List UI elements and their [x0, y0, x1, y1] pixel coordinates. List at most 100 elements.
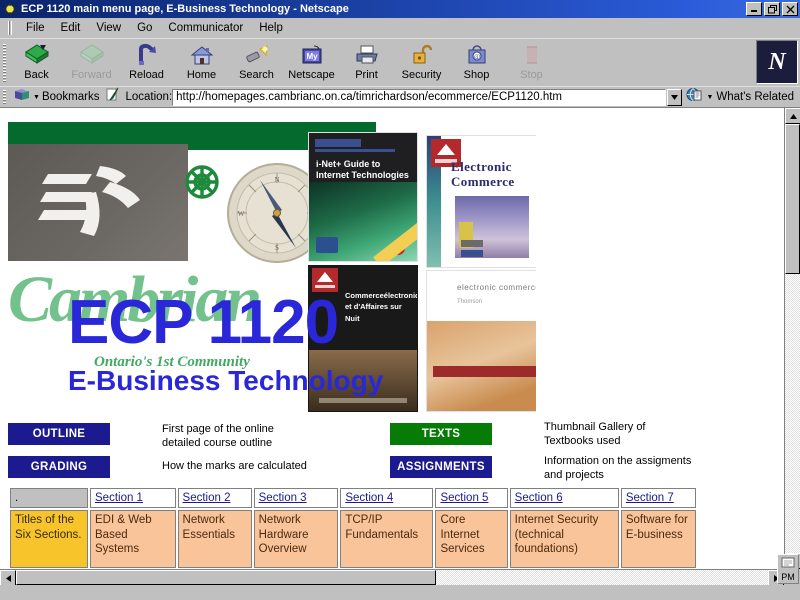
- menu-file[interactable]: File: [18, 20, 53, 36]
- table-header-section-7[interactable]: Section 7: [620, 488, 696, 509]
- home-button[interactable]: Home: [174, 39, 229, 85]
- printer-icon: [354, 42, 380, 68]
- globe-page-icon: [686, 87, 703, 107]
- url-input[interactable]: [172, 88, 667, 106]
- restore-button[interactable]: [764, 2, 780, 16]
- bookmarks-label: Bookmarks: [41, 91, 100, 103]
- location-label: Location:: [125, 91, 173, 103]
- texts-description-line2: Textbooks used: [544, 434, 621, 447]
- vertical-scroll-thumb[interactable]: [785, 124, 800, 274]
- banner-watermark-subtitle: Ontario's 1st Community: [94, 354, 250, 370]
- page-quill-icon: [105, 87, 121, 107]
- minimize-button[interactable]: [746, 2, 762, 16]
- sections-table: . Section 1 Section 2 Section 3 Section …: [8, 486, 698, 569]
- menu-help[interactable]: Help: [251, 20, 291, 36]
- section-5-link[interactable]: Section 5: [440, 492, 488, 504]
- assignments-description-line2: and projects: [544, 468, 604, 481]
- menu-communicator[interactable]: Communicator: [160, 20, 251, 36]
- my-netscape-icon: My: [300, 42, 324, 68]
- texts-description: Thumbnail Gallery of Textbooks used: [544, 421, 646, 449]
- back-button[interactable]: Back: [9, 39, 64, 85]
- svg-text:My: My: [306, 52, 318, 61]
- table-header-section-4[interactable]: Section 4: [340, 488, 434, 509]
- browser-content-area: N S E W Cambrian Ontario's 1st Community…: [0, 107, 800, 585]
- section-2-link[interactable]: Section 2: [183, 492, 231, 504]
- locationbar-grip[interactable]: [0, 88, 9, 107]
- reload-button[interactable]: Reload: [119, 39, 174, 85]
- web-page: N S E W Cambrian Ontario's 1st Community…: [0, 108, 784, 569]
- banner-watermark-script: Cambrian: [8, 272, 262, 336]
- menu-view[interactable]: View: [88, 20, 129, 36]
- clock-icon: [781, 557, 795, 572]
- forward-button[interactable]: Forward: [64, 39, 119, 85]
- book-cover-electronic-commerce: Electronic Commerce: [426, 135, 536, 268]
- chevron-down-icon: ▼: [33, 93, 40, 101]
- section-1-link[interactable]: Section 1: [95, 492, 143, 504]
- table-header-section-3[interactable]: Section 3: [253, 488, 339, 509]
- section-7-link[interactable]: Section 7: [626, 492, 674, 504]
- book4-title: electronic commerce: [457, 283, 536, 292]
- horizontal-scroll-thumb[interactable]: [16, 570, 436, 585]
- back-label: Back: [24, 69, 49, 81]
- section-3-link[interactable]: Section 3: [259, 492, 307, 504]
- menu-go[interactable]: Go: [129, 20, 160, 36]
- celtic-knot-logo-icon: [178, 158, 226, 206]
- row1-cell-6: Internet Security (technical foundations…: [509, 510, 619, 569]
- section-4-link[interactable]: Section 4: [345, 492, 393, 504]
- table-row: Titles of the Six Sections. EDI & Web Ba…: [10, 510, 696, 569]
- search-button[interactable]: Search: [229, 39, 284, 85]
- grading-description-line1: How the marks are calculated: [162, 460, 307, 472]
- table-header-section-5[interactable]: Section 5: [435, 488, 508, 509]
- search-label: Search: [239, 69, 274, 81]
- grading-button[interactable]: GRADING: [8, 456, 110, 478]
- netscape-button[interactable]: My Netscape: [284, 39, 339, 85]
- shop-button[interactable]: @ Shop: [449, 39, 504, 85]
- security-label: Security: [401, 69, 442, 81]
- row1-cell-1: EDI & Web Based Systems: [90, 510, 176, 569]
- table-header-section-1[interactable]: Section 1: [90, 488, 176, 509]
- horizontal-scroll-track[interactable]: [436, 570, 768, 585]
- page-banner-image: N S E W Cambrian Ontario's 1st Community…: [8, 122, 536, 412]
- menubar-grip[interactable]: [8, 20, 12, 35]
- netscape-spider-icon: [2, 2, 18, 16]
- home-icon: [190, 42, 214, 68]
- search-flashlight-icon: [244, 42, 270, 68]
- netscape-label: Netscape: [288, 69, 335, 81]
- assignments-button[interactable]: ASSIGNMENTS: [390, 456, 492, 478]
- print-button[interactable]: Print: [339, 39, 394, 85]
- menu-edit[interactable]: Edit: [53, 20, 89, 36]
- table-header-section-6[interactable]: Section 6: [509, 488, 619, 509]
- back-arrow-icon: [24, 42, 50, 68]
- table-corner-cell: .: [10, 488, 88, 509]
- netscape-logo[interactable]: N: [756, 40, 798, 84]
- taskbar-clock[interactable]: PM: [777, 554, 799, 584]
- section-6-link[interactable]: Section 6: [515, 492, 563, 504]
- whats-related-button[interactable]: ▼ What's Related: [682, 87, 798, 107]
- svg-text:W: W: [238, 210, 245, 218]
- home-label: Home: [186, 69, 217, 81]
- toolbar-grip[interactable]: [0, 40, 9, 86]
- url-dropdown-button[interactable]: [667, 88, 683, 106]
- book2-title: Electronic Commerce: [451, 159, 515, 189]
- scroll-left-button[interactable]: [0, 570, 16, 585]
- open-padlock-icon: [411, 42, 433, 68]
- texts-description-line1: Thumbnail Gallery of: [544, 421, 646, 433]
- vertical-scrollbar[interactable]: [784, 108, 800, 569]
- close-button[interactable]: [782, 2, 798, 16]
- chevron-down-icon-2: ▼: [706, 93, 714, 101]
- outline-button[interactable]: OUTLINE: [8, 423, 110, 445]
- clock-label: PM: [781, 572, 795, 582]
- vertical-scroll-track[interactable]: [785, 274, 800, 553]
- security-button[interactable]: Security: [394, 39, 449, 85]
- course-technology-logo-icon-2: [312, 268, 338, 292]
- reload-icon: [135, 42, 159, 68]
- stop-button[interactable]: Stop: [504, 39, 559, 85]
- horizontal-scrollbar[interactable]: [0, 569, 784, 585]
- row1-cell-7: Software for E-business: [620, 510, 696, 569]
- forward-arrow-icon: [79, 42, 105, 68]
- svg-text:N: N: [274, 176, 279, 184]
- bookmarks-button[interactable]: ▼ Bookmarks: [9, 87, 103, 107]
- table-header-section-2[interactable]: Section 2: [177, 488, 252, 509]
- texts-button[interactable]: TEXTS: [390, 423, 492, 445]
- scroll-up-button[interactable]: [785, 108, 800, 124]
